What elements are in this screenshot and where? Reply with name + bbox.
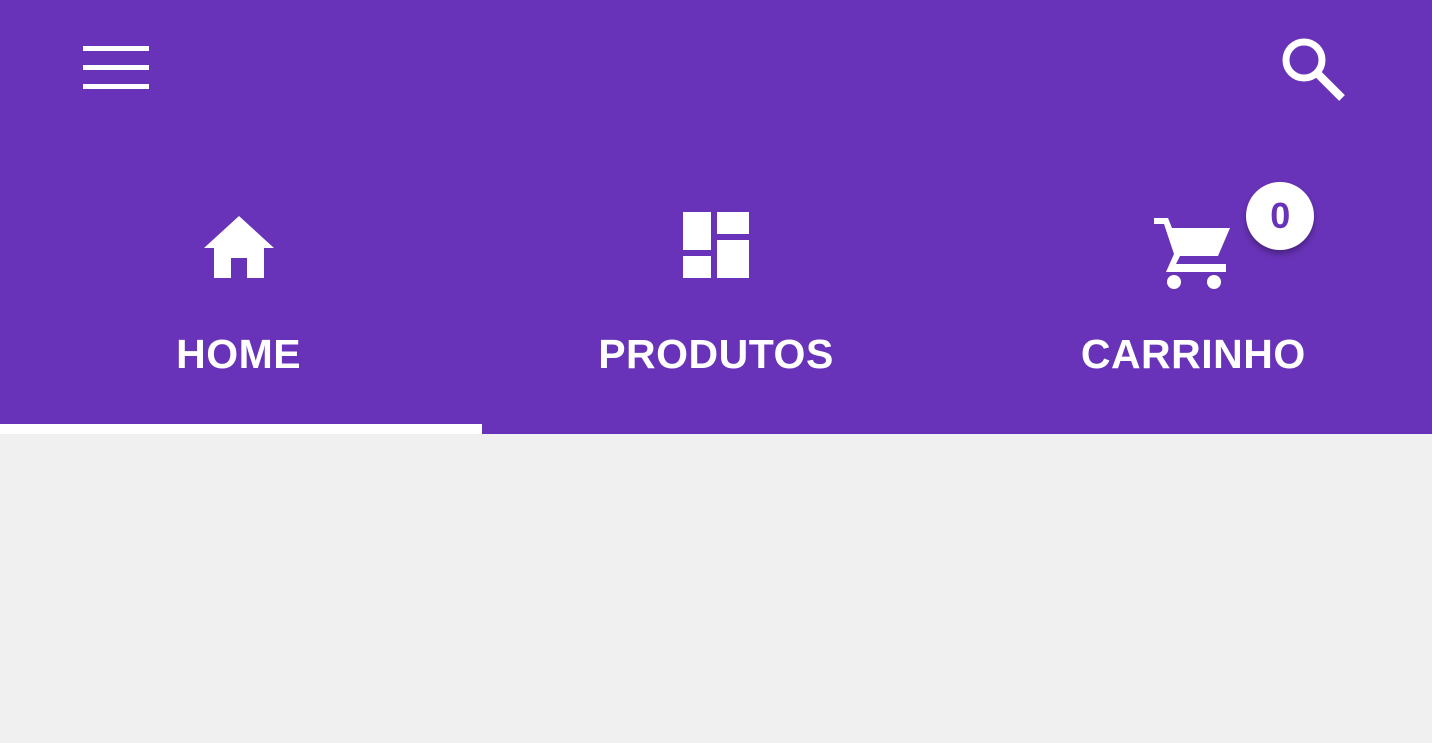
tab-home[interactable]: HOME: [0, 150, 477, 434]
selected-tab-indicator: [0, 424, 482, 434]
tab-produtos-label: PRODUTOS: [598, 331, 834, 377]
app-bar: HOME PRODUTOS 0 CARRINHO: [0, 0, 1432, 434]
cart-icon-wrap: 0: [1152, 182, 1315, 292]
dashboard-grid-icon: [682, 212, 749, 278]
menu-button[interactable]: [70, 32, 162, 106]
shopping-cart-icon: [1154, 218, 1231, 289]
search-icon: [1282, 38, 1345, 101]
cart-count-badge: 0: [1246, 182, 1315, 250]
hamburger-menu-icon: [83, 46, 149, 89]
content-area: [0, 434, 1432, 743]
tab-carrinho[interactable]: 0 CARRINHO: [955, 150, 1432, 434]
tab-bar: HOME PRODUTOS 0 CARRINHO: [0, 150, 1432, 434]
home-icon: [203, 216, 274, 278]
tab-carrinho-label: CARRINHO: [1080, 331, 1306, 377]
search-button[interactable]: [1266, 26, 1360, 112]
tab-produtos[interactable]: PRODUTOS: [477, 150, 954, 434]
tab-home-label: HOME: [176, 331, 302, 377]
